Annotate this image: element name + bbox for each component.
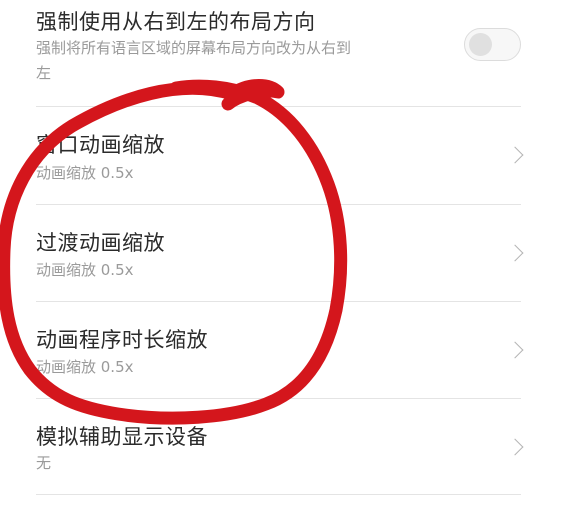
setting-animator-duration-scale[interactable]: 动画程序时长缩放 动画缩放 0.5x <box>0 302 573 398</box>
chevron-right-icon <box>506 146 524 164</box>
setting-subtitle: 强制将所有语言区域的屏幕布局方向改为从右到 <box>36 39 352 57</box>
setting-value: 动画缩放 0.5x <box>36 164 134 182</box>
rtl-toggle-switch[interactable] <box>464 28 521 61</box>
setting-value: 无 <box>36 454 52 472</box>
divider <box>36 494 521 495</box>
setting-rtl-layout[interactable]: 强制使用从右到左的布局方向 强制将所有语言区域的屏幕布局方向改为从右到 左 <box>0 0 573 106</box>
setting-value: 动画缩放 0.5x <box>36 358 134 376</box>
chevron-right-icon <box>506 438 524 456</box>
setting-title: 动画程序时长缩放 <box>36 328 208 352</box>
chevron-right-icon <box>506 341 524 359</box>
setting-transition-animation-scale[interactable]: 过渡动画缩放 动画缩放 0.5x <box>0 205 573 301</box>
setting-title: 过渡动画缩放 <box>36 231 165 255</box>
setting-subtitle-continued: 左 <box>36 64 52 82</box>
setting-title: 强制使用从右到左的布局方向 <box>36 10 316 34</box>
toggle-knob <box>469 33 492 56</box>
setting-value: 动画缩放 0.5x <box>36 261 134 279</box>
developer-options-screen: 强制使用从右到左的布局方向 强制将所有语言区域的屏幕布局方向改为从右到 左 窗口… <box>0 0 573 509</box>
setting-title: 窗口动画缩放 <box>36 133 165 157</box>
setting-window-animation-scale[interactable]: 窗口动画缩放 动画缩放 0.5x <box>0 107 573 204</box>
chevron-right-icon <box>506 244 524 262</box>
setting-title: 模拟辅助显示设备 <box>36 425 208 449</box>
setting-simulate-secondary-display[interactable]: 模拟辅助显示设备 无 <box>0 399 573 494</box>
